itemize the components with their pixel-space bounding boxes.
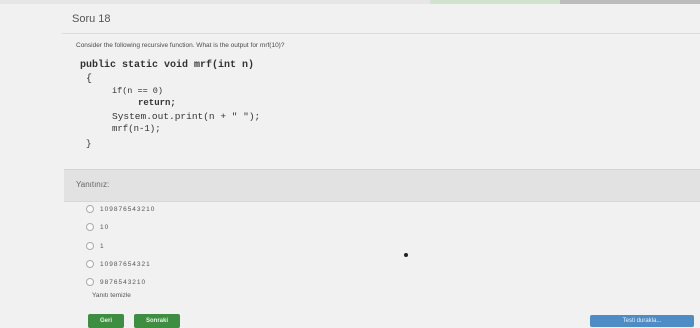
previous-button[interactable]: Geri [88,314,124,328]
radio-button[interactable] [86,242,94,250]
divider [62,33,700,34]
answer-option[interactable]: 10987654321 [86,258,151,270]
answer-option[interactable]: 1 [86,240,105,252]
clear-answer-link[interactable]: Yanıtı temizle [92,292,131,299]
question-title: Soru 18 [72,13,111,25]
option-text: 9876543210 [100,278,147,286]
progress-segment [560,0,700,4]
cursor-dot [404,253,408,257]
answer-label: Yanıtınız: [76,180,110,189]
answer-area: Yanıtınız: [64,169,700,202]
radio-button[interactable] [86,260,94,268]
code-line: { [86,74,93,85]
answer-option[interactable]: 9876543210 [86,276,146,288]
option-text: 10987654321 [100,260,151,268]
option-text: 1 [100,242,105,250]
code-line: return; [138,98,176,108]
code-line: mrf(n-1); [112,124,161,134]
pause-test-button[interactable]: Testi durakla... [590,315,694,327]
question-prompt: Consider the following recursive functio… [76,42,285,49]
top-progress-bar [0,0,700,4]
answer-option[interactable]: 10 [86,221,109,233]
radio-button[interactable] [86,205,94,213]
option-text: 10 [100,223,110,231]
code-line: if(n == 0) [112,86,164,96]
answer-option[interactable]: 109876543210 [86,203,155,215]
radio-button[interactable] [86,223,94,231]
code-line: System.out.print(n + " "); [112,111,261,122]
progress-segment [430,0,560,4]
radio-button[interactable] [86,278,94,286]
option-text: 109876543210 [100,205,156,213]
code-line: } [86,139,92,149]
code-line: public static void mrf(int n) [80,60,255,71]
next-button[interactable]: Sonraki [134,314,180,328]
